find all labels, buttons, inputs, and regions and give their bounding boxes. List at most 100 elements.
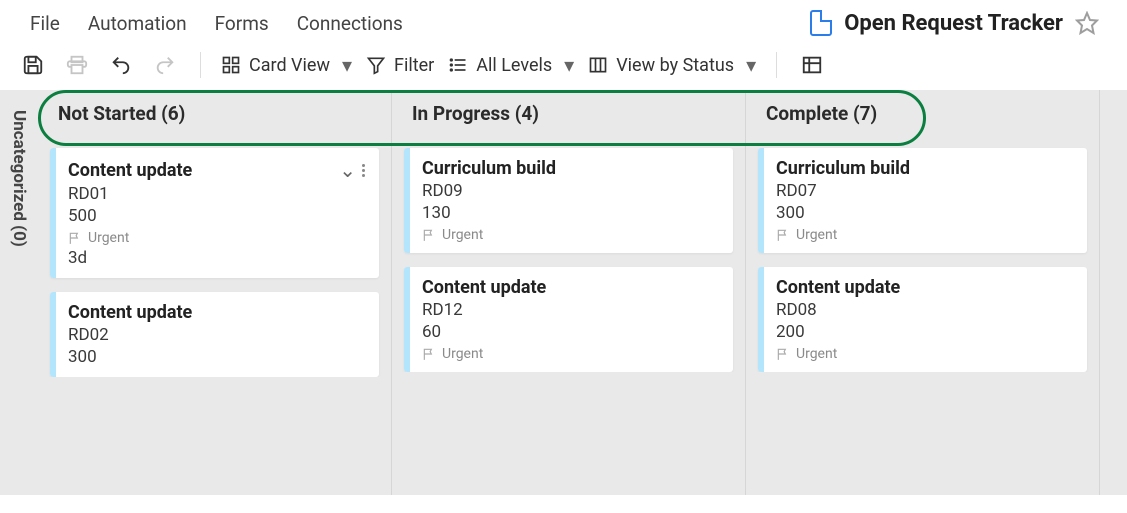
levels-selector[interactable]: All Levels ▾ [448, 53, 574, 77]
card-tag-label: Urgent [88, 230, 129, 246]
favorite-button[interactable] [1075, 11, 1099, 35]
board: Uncategorized (0) Not Started (6) Conten… [0, 90, 1127, 495]
card-tag: Urgent [422, 346, 719, 362]
print-icon [66, 54, 88, 76]
view-selector[interactable]: Card View ▾ [221, 53, 352, 77]
card-id: RD08 [776, 300, 1073, 320]
card-value: 60 [422, 322, 719, 342]
card-value: 200 [776, 322, 1073, 342]
save-button[interactable] [18, 50, 48, 80]
star-icon [1075, 11, 1099, 35]
column-header[interactable]: Complete (7) [746, 90, 1099, 136]
card-stripe [758, 148, 764, 253]
toolbar: Card View ▾ Filter All Levels ▾ View by … [0, 44, 1127, 90]
chevron-down-icon: ▾ [342, 53, 352, 77]
viewby-selector[interactable]: View by Status ▾ [588, 53, 756, 77]
column-header[interactable]: Not Started (6) [38, 90, 391, 136]
card-extra: 3d [68, 248, 365, 268]
card-id: RD01 [68, 184, 365, 204]
card-tag-label: Urgent [442, 346, 483, 362]
menubar: File Automation Forms Connections Open R… [0, 0, 1127, 44]
card-value: 300 [776, 203, 1073, 223]
column-header[interactable]: In Progress (4) [392, 90, 745, 136]
undo-button[interactable] [106, 50, 136, 80]
card-stripe [404, 148, 410, 253]
print-button [62, 50, 92, 80]
card-tag: Urgent [68, 230, 365, 246]
card-value: 130 [422, 203, 719, 223]
flag-icon [776, 228, 790, 242]
chevron-down-icon: ▾ [564, 53, 574, 77]
card-stripe [758, 267, 764, 372]
card-value: 500 [68, 206, 365, 226]
sidebar-uncategorized-label: Uncategorized (0) [9, 110, 29, 247]
card-value: 300 [68, 347, 365, 367]
redo-icon [154, 54, 176, 76]
card-list: Curriculum build RD09 130 Urgent Content… [392, 136, 745, 372]
grid-icon [221, 55, 241, 75]
viewby-label: View by Status [616, 55, 734, 76]
card[interactable]: Curriculum build RD07 300 Urgent [758, 148, 1087, 253]
sheet-icon [810, 10, 832, 36]
chevron-down-icon: ▾ [746, 53, 756, 77]
card-stripe [404, 267, 410, 372]
card-tag-label: Urgent [442, 227, 483, 243]
card-title: Content update [68, 302, 365, 323]
table-icon [801, 54, 823, 76]
save-icon [22, 54, 44, 76]
levels-label: All Levels [476, 55, 552, 76]
main-menu: File Automation Forms Connections [30, 12, 403, 35]
card-id: RD09 [422, 181, 719, 201]
card[interactable]: Content update RD08 200 Urgent [758, 267, 1087, 372]
expand-icon[interactable]: ⌄ [339, 158, 356, 182]
settings-button[interactable] [797, 50, 827, 80]
card-list: Content update ⌄ RD01 500 Urgent 3d Cont… [38, 136, 391, 377]
flag-icon [68, 231, 82, 245]
card-title: Content update [68, 160, 339, 181]
flag-icon [422, 347, 436, 361]
page-title: Open Request Tracker [844, 11, 1063, 36]
card-tag: Urgent [776, 346, 1073, 362]
card-title: Curriculum build [422, 158, 719, 179]
list-icon [448, 55, 468, 75]
view-selector-label: Card View [249, 55, 330, 76]
card-tag-label: Urgent [796, 227, 837, 243]
filter-label: Filter [394, 55, 434, 76]
toolbar-separator [200, 52, 201, 78]
card-menu-button[interactable] [362, 164, 365, 177]
menu-automation[interactable]: Automation [88, 12, 187, 35]
filter-icon [366, 55, 386, 75]
card-list: Curriculum build RD07 300 Urgent Content… [746, 136, 1099, 372]
card-tag: Urgent [776, 227, 1073, 243]
card[interactable]: Content update RD12 60 Urgent [404, 267, 733, 372]
flag-icon [422, 228, 436, 242]
card-tag-label: Urgent [796, 346, 837, 362]
undo-icon [110, 54, 132, 76]
card-stripe [50, 292, 56, 377]
card-title: Content update [776, 277, 1073, 298]
redo-button [150, 50, 180, 80]
column-in-progress: In Progress (4) Curriculum build RD09 13… [392, 90, 746, 495]
card-id: RD02 [68, 325, 365, 345]
card[interactable]: Curriculum build RD09 130 Urgent [404, 148, 733, 253]
page-title-group: Open Request Tracker [810, 10, 1063, 36]
card[interactable]: Content update ⌄ RD01 500 Urgent 3d [50, 148, 379, 278]
filter-button[interactable]: Filter [366, 55, 434, 76]
menu-connections[interactable]: Connections [297, 12, 403, 35]
card-id: RD07 [776, 181, 1073, 201]
columns-icon [588, 55, 608, 75]
card-stripe [50, 148, 56, 278]
card-title: Curriculum build [776, 158, 1073, 179]
card-id: RD12 [422, 300, 719, 320]
sidebar-uncategorized[interactable]: Uncategorized (0) [0, 90, 38, 495]
column-complete: Complete (7) Curriculum build RD07 300 U… [746, 90, 1100, 495]
card-title: Content update [422, 277, 719, 298]
menu-file[interactable]: File [30, 12, 60, 35]
column-not-started: Not Started (6) Content update ⌄ RD01 50… [38, 90, 392, 495]
columns: Not Started (6) Content update ⌄ RD01 50… [38, 90, 1127, 495]
toolbar-separator [776, 52, 777, 78]
flag-icon [776, 347, 790, 361]
card[interactable]: Content update RD02 300 [50, 292, 379, 377]
card-tag: Urgent [422, 227, 719, 243]
menu-forms[interactable]: Forms [215, 12, 269, 35]
